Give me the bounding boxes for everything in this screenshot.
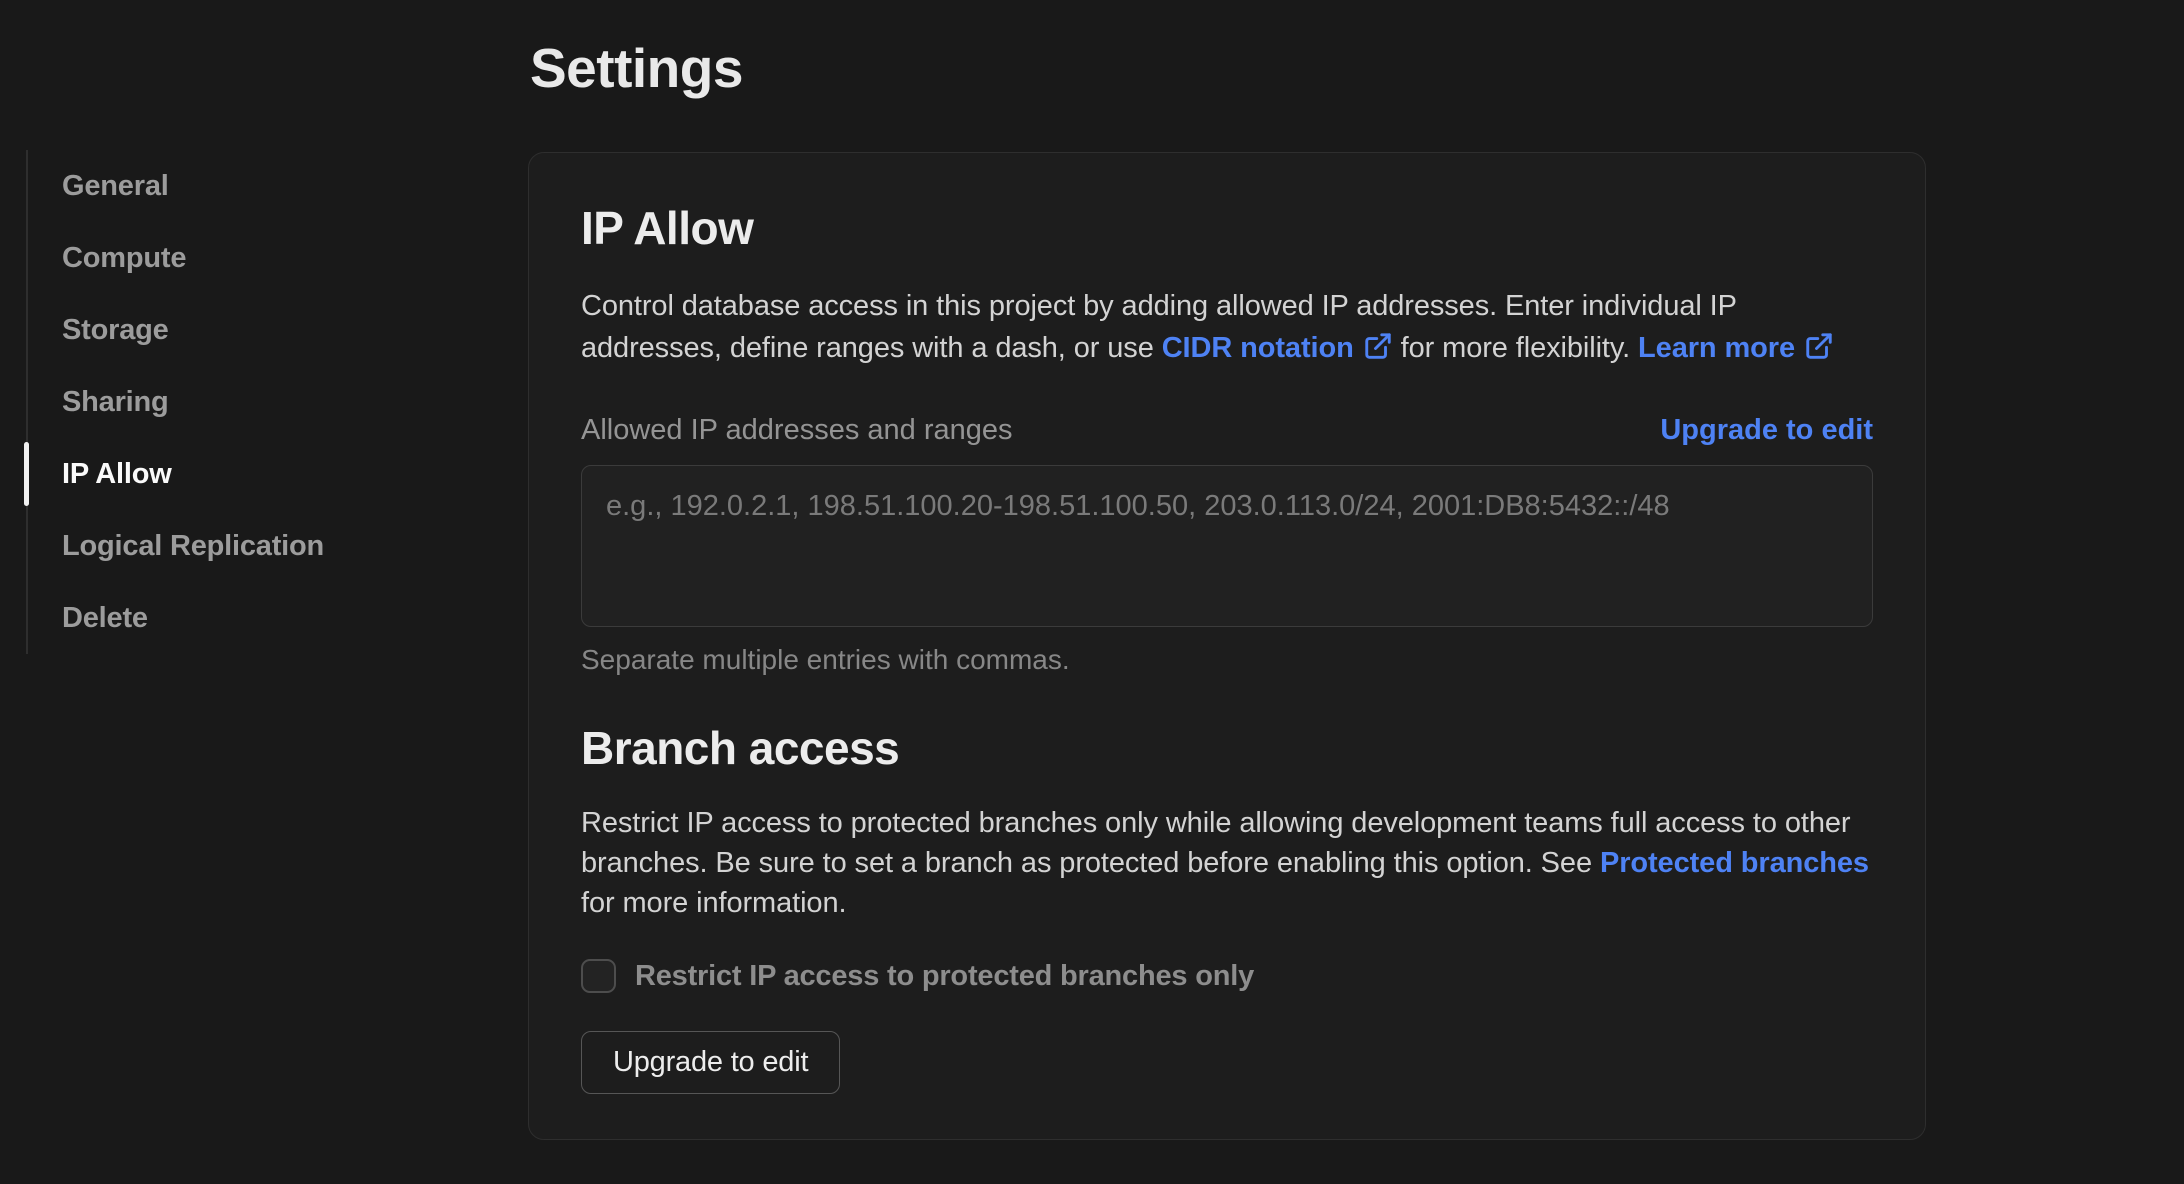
- allowlist-help-text: Separate multiple entries with commas.: [581, 644, 1070, 675]
- branch-access-heading: Branch access: [581, 722, 900, 774]
- allowlist-field-row: Allowed IP addresses and ranges Upgrade …: [581, 409, 1873, 451]
- settings-nav: General Compute Storage Sharing IP Allow Logi…: [24, 150, 446, 654]
- cidr-notation-link[interactable]: CIDR notation: [1162, 332, 1393, 364]
- sidebar-item-compute[interactable]: Compute: [28, 222, 446, 294]
- sidebar-item-label: Sharing: [62, 385, 169, 418]
- sidebar-item-label: Compute: [62, 241, 187, 274]
- branch-access-description: Restrict IP access to protected branches…: [581, 807, 1869, 919]
- external-link-icon: [1365, 333, 1391, 359]
- restrict-protected-branches-checkbox[interactable]: [581, 959, 616, 993]
- sidebar-item-storage[interactable]: Storage: [28, 294, 446, 366]
- sidebar-item-label: Delete: [62, 601, 148, 634]
- sidebar-item-label: IP Allow: [62, 457, 172, 490]
- sidebar-item-logical-replication[interactable]: Logical Replication: [28, 510, 446, 582]
- allowlist-field-label: Allowed IP addresses and ranges: [581, 414, 1013, 446]
- external-link-icon: [1806, 333, 1832, 359]
- learn-more-link[interactable]: Learn more: [1638, 332, 1834, 364]
- ip-allowlist-textarea[interactable]: [581, 465, 1873, 627]
- protected-branches-link[interactable]: Protected branches: [1600, 847, 1869, 879]
- page-title: Settings: [530, 37, 743, 99]
- upgrade-to-edit-button[interactable]: Upgrade to edit: [581, 1031, 841, 1094]
- sidebar-item-label: Logical Replication: [62, 529, 325, 562]
- restrict-protected-branches-label: Restrict IP access to protected branches…: [635, 959, 1255, 992]
- ip-allow-card: IP Allow Control database access in this…: [528, 152, 1926, 1140]
- sidebar-item-label: General: [62, 169, 169, 202]
- ip-allow-heading: IP Allow: [581, 202, 754, 254]
- sidebar-item-general[interactable]: General: [28, 150, 446, 222]
- upgrade-to-edit-link[interactable]: Upgrade to edit: [1660, 409, 1873, 451]
- restrict-branches-row: Restrict IP access to protected branches…: [581, 959, 1873, 993]
- sidebar-item-delete[interactable]: Delete: [28, 582, 446, 654]
- sidebar-item-ip-allow[interactable]: IP Allow: [24, 438, 446, 510]
- ip-allow-description: Control database access in this project …: [581, 285, 1873, 369]
- sidebar-item-label: Storage: [62, 313, 169, 346]
- sidebar-item-sharing[interactable]: Sharing: [28, 366, 446, 438]
- settings-screen: Settings General Compute Storage Sharing IP …: [0, 0, 2184, 1184]
